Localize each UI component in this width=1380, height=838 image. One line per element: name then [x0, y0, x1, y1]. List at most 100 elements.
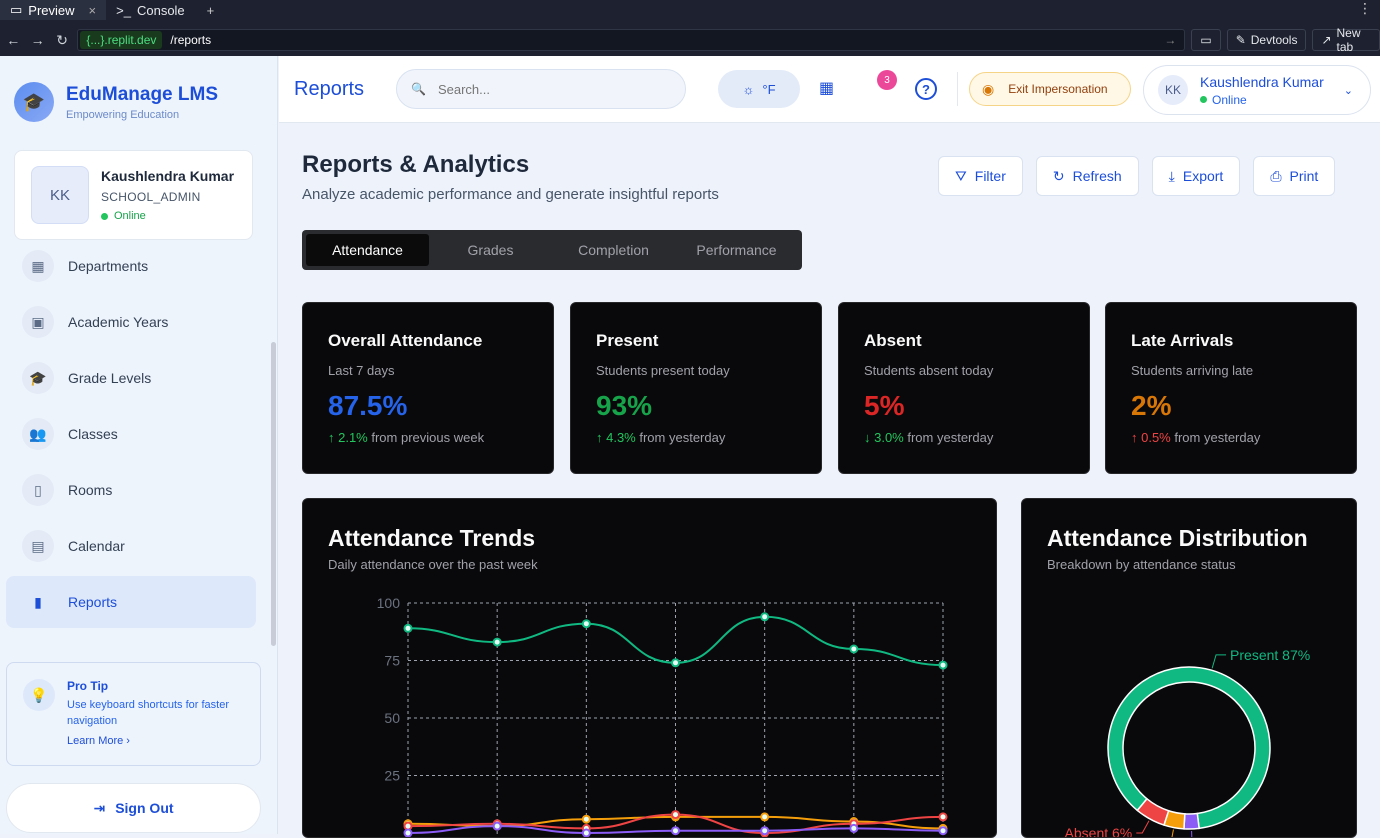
notification-button[interactable]: 3	[863, 70, 899, 108]
data-point	[403, 623, 413, 633]
profile-name: Kaushlendra Kumar	[1200, 73, 1324, 90]
sidebar-item-reports[interactable]: ▮ Reports	[6, 576, 256, 628]
stat-card-absent: Absent Students absent today 5% ↓ 3.0% f…	[838, 302, 1090, 474]
sidebar-item-grade-levels[interactable]: 🎓 Grade Levels	[6, 352, 256, 404]
reload-icon[interactable]: ↻	[53, 32, 71, 49]
users-icon: 👥	[22, 418, 54, 450]
stat-subtitle: Last 7 days	[328, 363, 395, 378]
device-icon[interactable]: ▭	[1191, 29, 1221, 51]
devtools-button[interactable]: ✎ Devtools	[1226, 29, 1307, 51]
tab-console[interactable]: >_ Console	[106, 0, 195, 20]
apps-grid-icon[interactable]: ▦	[819, 78, 834, 98]
learn-more-link[interactable]: Learn More ›	[67, 735, 237, 747]
new-tab-button[interactable]: ↗ New tab	[1312, 26, 1380, 54]
data-point	[671, 810, 680, 820]
stat-subtitle: Students absent today	[864, 363, 994, 378]
browser-chrome: ▭ Preview × >_ Console + ⋮ ← → ↻ {...}.r…	[0, 0, 1380, 56]
profile-status: Online	[1200, 93, 1324, 107]
attendance-trends-panel: Attendance Trends Daily attendance over …	[302, 498, 997, 838]
tip-title: Pro Tip	[67, 679, 109, 693]
stat-change: ↑ 2.1% from previous week	[328, 430, 553, 445]
sidebar-item-label: Rooms	[68, 482, 113, 498]
weather-widget[interactable]: ☼ °F	[718, 70, 800, 108]
filter-button[interactable]: ⛛ Filter	[938, 156, 1023, 196]
export-button[interactable]: ⤓ Export	[1151, 156, 1241, 196]
help-icon[interactable]: ?	[915, 78, 937, 100]
print-button[interactable]: ⎙ Print	[1253, 156, 1336, 196]
brand[interactable]: 🎓 EduManage LMS Empowering Education	[14, 82, 218, 122]
new-tab-label: New tab	[1336, 26, 1361, 54]
stat-value: 87.5%	[328, 390, 408, 421]
sidebar-item-label: Classes	[68, 426, 118, 442]
data-point	[849, 644, 859, 654]
data-point	[492, 637, 502, 647]
stat-change-suffix: from yesterday	[903, 430, 994, 445]
print-label: Print	[1289, 168, 1319, 184]
bar-chart-icon: ▮	[34, 593, 42, 610]
data-point	[849, 823, 859, 833]
tab-completion[interactable]: Completion	[552, 234, 675, 266]
y-tick-label: 50	[384, 710, 400, 726]
user-status: Online	[101, 210, 234, 222]
stat-change-value: ↓ 3.0%	[864, 430, 904, 445]
search-input[interactable]	[437, 81, 658, 97]
data-point	[403, 828, 413, 837]
slice-leader-line	[1211, 654, 1227, 669]
go-arrow-icon[interactable]: →	[1164, 33, 1176, 47]
attendance-distribution-chart: Present 87%ExcusedLate 4%Absent 6%	[1065, 647, 1310, 838]
calendar-icon: ▤	[22, 530, 54, 562]
forward-arrow-icon[interactable]: →	[28, 32, 46, 48]
stat-title: Late Arrivals	[1131, 331, 1234, 350]
profile-status-label: Online	[1212, 92, 1247, 107]
kebab-menu-icon[interactable]: ⋮	[1358, 0, 1372, 17]
tab-preview[interactable]: ▭ Preview ×	[0, 0, 107, 20]
user-role: SCHOOL_ADMIN	[101, 190, 201, 204]
close-icon[interactable]: ×	[89, 3, 97, 18]
slice-label: Absent 6%	[1065, 825, 1133, 838]
exit-impersonation-button[interactable]: ◉ Exit Impersonation	[969, 72, 1131, 106]
search-icon: 🔍	[411, 82, 426, 96]
browser-tabs: ▭ Preview × >_ Console +	[0, 0, 1380, 20]
user-card: KK Kaushlendra Kumar SCHOOL_ADMIN Online	[14, 150, 253, 240]
refresh-button[interactable]: ↻ Refresh	[1035, 156, 1139, 196]
building-icon: ▦	[22, 250, 54, 282]
stat-change-suffix: from yesterday	[635, 430, 726, 445]
tab-performance[interactable]: Performance	[675, 234, 798, 266]
slice-leader-line	[1136, 820, 1150, 834]
data-point	[581, 828, 591, 837]
data-point	[938, 812, 948, 822]
devtools-label: Devtools	[1250, 33, 1298, 47]
sidebar-item-academic-years[interactable]: ▣ Academic Years	[6, 296, 256, 348]
tab-grades[interactable]: Grades	[429, 234, 552, 266]
sidebar-item-classes[interactable]: 👥 Classes	[6, 408, 256, 460]
profile-menu[interactable]: KK Kaushlendra Kumar Online ⌄	[1143, 65, 1371, 115]
slice-label: Present 87%	[1230, 647, 1310, 663]
sidebar-item-rooms[interactable]: ▯ Rooms	[6, 464, 256, 516]
url-row: ← → ↻ {...}.replit.dev /reports → ▭ ✎ Dev…	[0, 26, 1380, 54]
sidebar-item-label: Grade Levels	[68, 370, 152, 386]
url-bar[interactable]: {...}.replit.dev /reports →	[77, 29, 1186, 51]
data-point	[760, 812, 770, 822]
data-point	[671, 658, 680, 668]
stat-change: ↓ 3.0% from yesterday	[864, 430, 1089, 445]
back-arrow-icon[interactable]: ←	[4, 32, 22, 48]
stat-title: Present	[596, 331, 659, 350]
sidebar-item-label: Calendar	[68, 538, 125, 554]
data-point	[760, 612, 770, 622]
sidebar-item-departments[interactable]: ▦ Departments	[6, 240, 256, 292]
new-tab-plus-icon[interactable]: +	[195, 3, 227, 18]
main-content: Reports & Analytics Analyze academic per…	[279, 123, 1380, 838]
user-circle-icon: ◉	[982, 80, 995, 97]
avatar: KK	[31, 166, 89, 224]
online-dot-icon	[101, 212, 108, 220]
stat-change-suffix: from previous week	[367, 430, 485, 445]
stat-subtitle: Students present today	[596, 363, 730, 378]
sidebar-scrollbar[interactable]	[271, 342, 276, 646]
tab-attendance[interactable]: Attendance	[306, 234, 429, 266]
sign-out-button[interactable]: ⇥ Sign Out	[6, 783, 261, 833]
sign-out-label: Sign Out	[115, 800, 174, 816]
search-box[interactable]: 🔍	[396, 69, 686, 109]
page-subtitle: Analyze academic performance and generat…	[302, 186, 719, 203]
sidebar-item-calendar[interactable]: ▤ Calendar	[6, 520, 256, 572]
sidebar-item-label: Academic Years	[68, 314, 169, 330]
